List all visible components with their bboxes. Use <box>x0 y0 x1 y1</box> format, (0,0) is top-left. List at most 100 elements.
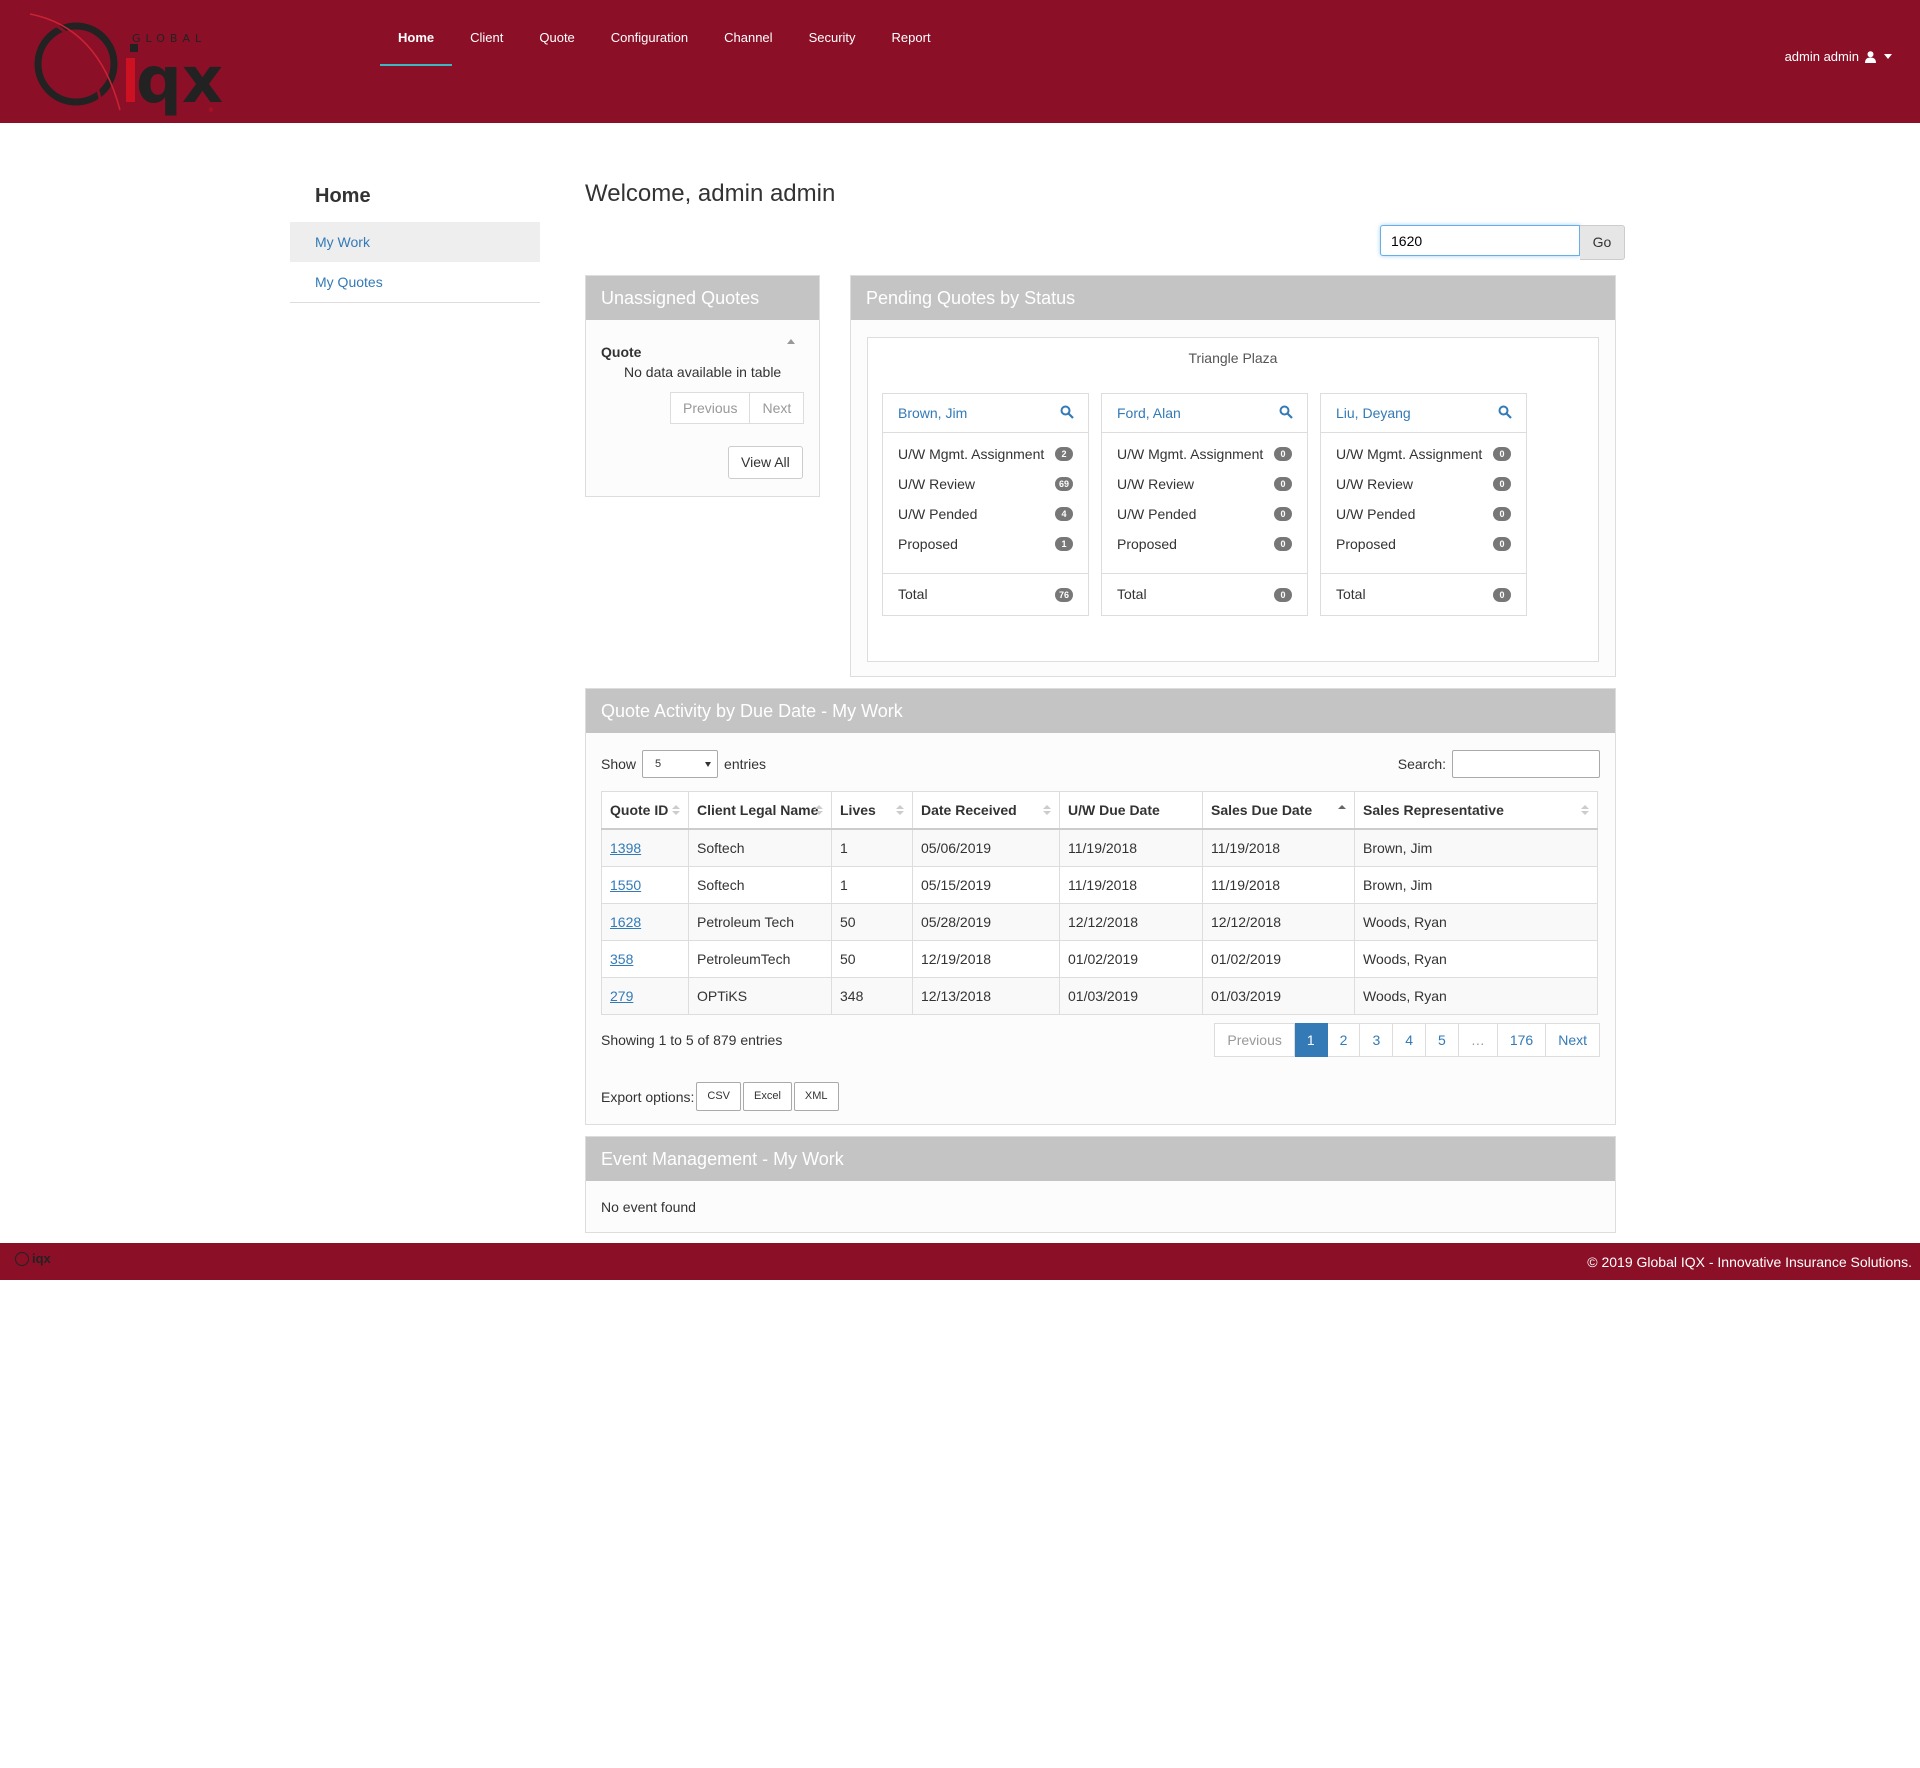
sales-due-date-cell: 01/03/2019 <box>1202 977 1355 1015</box>
nav-configuration[interactable]: Configuration <box>593 24 706 66</box>
page-length-control: Show 5 entries <box>601 750 766 778</box>
status-label: U/W Mgmt. Assignment <box>1117 446 1264 462</box>
total-label: Total <box>898 586 928 602</box>
status-row: Proposed 1 <box>883 529 1088 559</box>
logo-circle-icon <box>15 1251 29 1266</box>
status-label: U/W Mgmt. Assignment <box>1336 446 1483 462</box>
total-row: Total 76 <box>883 573 1088 615</box>
panel-title: Pending Quotes by Status <box>851 276 1615 320</box>
column-header-sales-representative[interactable]: Sales Representative <box>1354 791 1598 830</box>
global-iqx-logo[interactable]: GLOBAL qx ® <box>28 12 238 117</box>
sidebar-menu: My Work My Quotes <box>290 222 540 303</box>
column-header-client-legal-name[interactable]: Client Legal Name <box>688 791 832 830</box>
nav-security[interactable]: Security <box>791 24 874 66</box>
status-label: U/W Mgmt. Assignment <box>898 446 1045 462</box>
status-row: U/W Review 0 <box>1102 469 1307 499</box>
table-search: Search: <box>1398 750 1600 778</box>
status-label: U/W Pended <box>1117 506 1197 522</box>
page-button-1[interactable]: 1 <box>1294 1023 1328 1057</box>
quote-search-input[interactable] <box>1380 225 1580 256</box>
user-menu[interactable]: admin admin <box>1785 49 1892 64</box>
page-length-select[interactable]: 5 <box>642 750 719 778</box>
unassigned-quotes-panel: Unassigned Quotes Quote No data availabl… <box>585 275 820 497</box>
table-row: 1628 Petroleum Tech 50 05/28/2019 12/12/… <box>601 903 1598 941</box>
table-search-input[interactable] <box>1452 750 1600 778</box>
card-header[interactable]: Brown, Jim <box>883 394 1088 433</box>
column-header-quote-id[interactable]: Quote ID <box>601 791 689 830</box>
go-button[interactable]: Go <box>1580 225 1625 260</box>
status-card: Brown, Jim U/W Mgmt. Assignment 2 U/W Rev… <box>882 393 1089 616</box>
status-row: Proposed 0 <box>1102 529 1307 559</box>
page-title: Welcome, admin admin <box>585 180 836 207</box>
panel-title: Unassigned Quotes <box>586 276 819 320</box>
client-name-cell: Petroleum Tech <box>688 903 832 941</box>
sort-asc-icon[interactable] <box>787 339 795 344</box>
status-card: Ford, Alan U/W Mgmt. Assignment 0 U/W Rev… <box>1101 393 1308 616</box>
page-button-5[interactable]: 5 <box>1426 1023 1459 1057</box>
sales-rep-cell: Woods, Ryan <box>1354 940 1598 978</box>
view-all-button[interactable]: View All <box>728 446 803 479</box>
search-icon[interactable] <box>1060 405 1074 419</box>
date-received-cell: 05/15/2019 <box>912 866 1060 904</box>
nav-client[interactable]: Client <box>452 24 521 66</box>
export-excel-button[interactable]: Excel <box>743 1082 792 1111</box>
user-icon <box>1865 50 1876 63</box>
status-label: U/W Review <box>1117 476 1195 492</box>
page-button-3[interactable]: 3 <box>1360 1023 1394 1057</box>
rep-name-link[interactable]: Ford, Alan <box>1117 405 1181 421</box>
page-button-4[interactable]: 4 <box>1393 1023 1427 1057</box>
card-header[interactable]: Ford, Alan <box>1102 394 1307 433</box>
export-csv-button[interactable]: CSV <box>696 1082 742 1111</box>
client-name-cell: OPTiKS <box>688 977 832 1015</box>
sidebar-item-my-quotes[interactable]: My Quotes <box>290 262 540 302</box>
count-badge: 4 <box>1055 507 1073 521</box>
lives-cell: 50 <box>831 903 913 941</box>
card-header[interactable]: Liu, Deyang <box>1321 394 1526 433</box>
export-xml-button[interactable]: XML <box>793 1082 839 1111</box>
column-header-date-received[interactable]: Date Received <box>912 791 1060 830</box>
status-row: U/W Pended 0 <box>1102 499 1307 529</box>
search-icon[interactable] <box>1279 405 1293 419</box>
quote-id-link[interactable]: 358 <box>610 951 633 967</box>
panel-title: Quote Activity by Due Date - My Work <box>586 689 1615 733</box>
show-label: Show <box>601 756 637 772</box>
quote-id-link[interactable]: 1628 <box>610 914 641 930</box>
quote-id-link[interactable]: 1398 <box>610 840 641 856</box>
sales-rep-cell: Brown, Jim <box>1354 828 1598 867</box>
quote-column-header[interactable]: Quote <box>601 344 641 360</box>
sales-due-date-cell: 01/02/2019 <box>1202 940 1355 978</box>
quote-activity-panel: Quote Activity by Due Date - My Work Sho… <box>585 688 1616 1125</box>
quote-id-link[interactable]: 279 <box>610 988 633 1004</box>
rep-name-link[interactable]: Liu, Deyang <box>1336 405 1411 421</box>
page-button-176[interactable]: 176 <box>1497 1023 1547 1057</box>
quote-activity-table: Quote ID Client Legal Name Lives Date Re… <box>601 791 1598 1015</box>
column-header-sales-due-date[interactable]: Sales Due Date <box>1202 791 1355 830</box>
sort-icon <box>1581 805 1589 815</box>
nav-quote[interactable]: Quote <box>521 24 592 66</box>
table-row: 279 OPTiKS 348 12/13/2018 01/03/2019 01/… <box>601 977 1598 1015</box>
nav-home[interactable]: Home <box>380 24 453 66</box>
status-row: U/W Review 69 <box>883 469 1088 499</box>
client-name-cell: PetroleumTech <box>688 940 832 978</box>
next-button[interactable]: Next <box>1546 1023 1600 1057</box>
column-header-uw-due-date[interactable]: U/W Due Date <box>1059 791 1203 830</box>
previous-button[interactable]: Previous <box>670 392 751 424</box>
rep-name-link[interactable]: Brown, Jim <box>898 405 967 421</box>
count-badge: 1 <box>1055 537 1073 551</box>
sort-icon <box>896 805 904 815</box>
panel-title: Event Management - My Work <box>586 1137 1615 1181</box>
status-group: Triangle Plaza Brown, Jim U/W Mgmt. Assi… <box>867 337 1599 662</box>
count-badge: 0 <box>1493 507 1511 521</box>
nav-report[interactable]: Report <box>874 24 949 66</box>
sidebar-item-my-work[interactable]: My Work <box>290 222 540 262</box>
table-row: 1550 Softech 1 05/15/2019 11/19/2018 11/… <box>601 866 1598 904</box>
search-icon[interactable] <box>1498 405 1512 419</box>
entries-label: entries <box>724 756 767 772</box>
column-header-lives[interactable]: Lives <box>831 791 913 830</box>
uw-due-date-cell: 11/19/2018 <box>1059 866 1203 904</box>
quote-id-link[interactable]: 1550 <box>610 877 641 893</box>
nav-channel[interactable]: Channel <box>706 24 790 66</box>
next-button[interactable]: Next <box>750 392 805 424</box>
previous-button[interactable]: Previous <box>1214 1023 1295 1057</box>
page-button-2[interactable]: 2 <box>1327 1023 1361 1057</box>
